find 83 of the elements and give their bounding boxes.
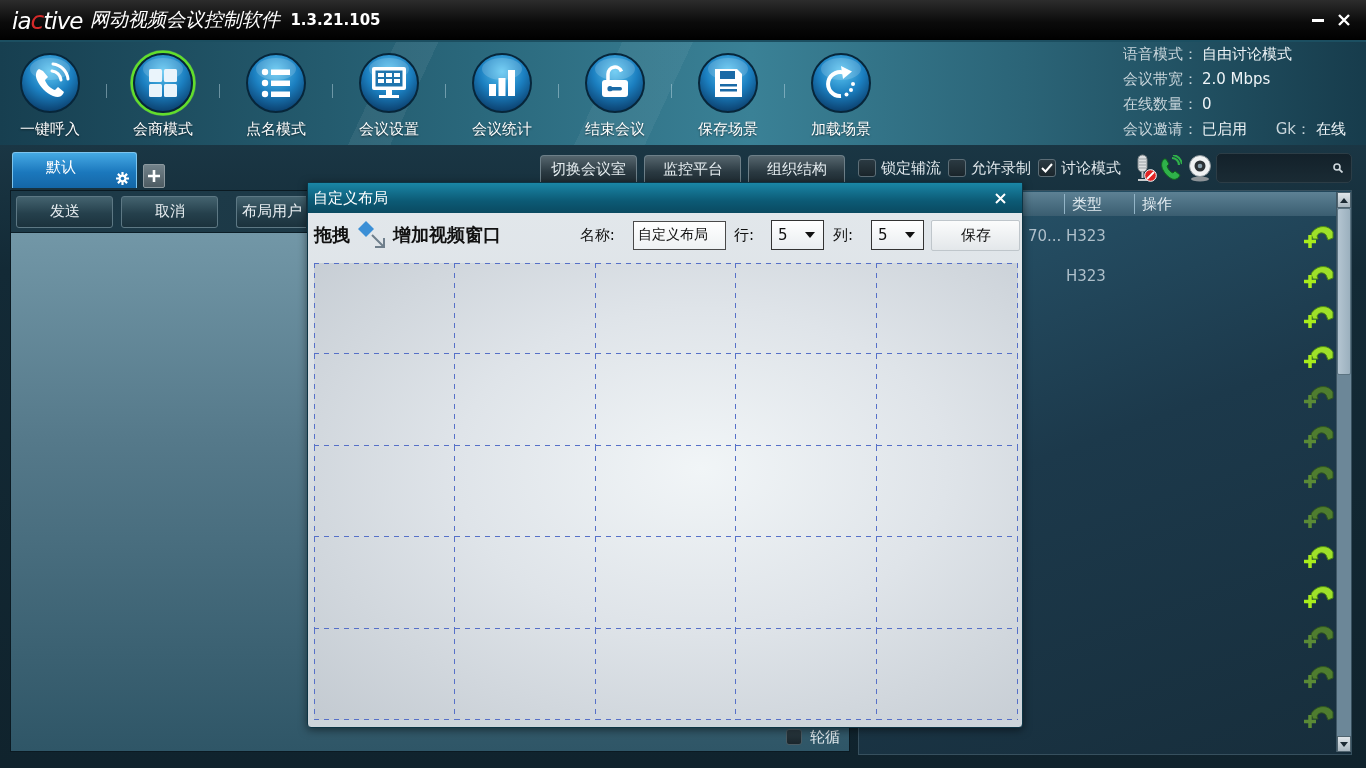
toolbar-button[interactable]: 监控平台 <box>644 155 741 183</box>
down-arrow-icon <box>1340 741 1348 747</box>
columns-select[interactable]: 5 <box>871 220 924 250</box>
status-value: 已启用 <box>1202 119 1247 140</box>
phone-plus-icon[interactable] <box>1304 343 1334 369</box>
gear-icon[interactable] <box>116 172 129 185</box>
webcam-icon[interactable] <box>1188 153 1212 182</box>
toolbar-button[interactable]: 加载场景 <box>791 50 891 138</box>
checkbox[interactable] <box>1038 158 1056 177</box>
checkbox-label: 允许录制 <box>971 158 1031 177</box>
toolbar-button[interactable]: 会议设置 <box>339 50 439 138</box>
checkbox[interactable] <box>858 158 876 177</box>
refresh-icon <box>808 50 874 116</box>
phone-plus-icon[interactable] <box>1304 223 1334 249</box>
phone-plus-icon[interactable] <box>1304 543 1334 569</box>
toolbar-button[interactable]: 保存场景 <box>678 50 778 138</box>
phone-icon <box>17 50 83 116</box>
table-cell-text: H323 <box>1065 267 1107 285</box>
status-value: 自由讨论模式 <box>1202 44 1292 65</box>
table-cell-text: H323 <box>1065 227 1107 245</box>
checkbox-label: 讨论模式 <box>1061 158 1121 177</box>
scroll-down-button[interactable] <box>1337 736 1351 752</box>
grid-icon <box>130 50 196 116</box>
search-icon[interactable] <box>1333 162 1343 173</box>
caret-icon <box>804 232 815 238</box>
scrollbar-track[interactable] <box>1336 192 1351 752</box>
monitor-icon <box>356 50 422 116</box>
drag-hint: 拖拽 <box>314 223 350 247</box>
bar-chart-icon <box>469 50 535 116</box>
toolbar-button[interactable]: 一键呼入 <box>0 50 100 138</box>
status-label: 会议邀请： <box>1123 119 1199 140</box>
scrollbar-thumb[interactable] <box>1337 208 1351 375</box>
close-icon[interactable] <box>1338 14 1350 26</box>
status-label: 在线数量： <box>1123 94 1199 115</box>
field-label: 列: <box>832 225 853 245</box>
diamond-arrow-icon[interactable] <box>358 221 386 249</box>
toolbar-button[interactable]: 发送 <box>16 195 113 228</box>
phone-plus-icon[interactable] <box>1304 263 1334 289</box>
app-title: 网动视频会议控制软件 <box>90 7 281 32</box>
toolbar-button[interactable]: 结束会议 <box>565 50 665 138</box>
app-version: 1.3.21.105 <box>290 11 381 29</box>
field-label: 名称: <box>579 225 615 245</box>
status-value: 0 <box>1202 94 1212 115</box>
phone-plus-icon[interactable] <box>1304 583 1334 609</box>
checkbox[interactable] <box>948 158 966 177</box>
plus-icon <box>148 170 160 182</box>
phone-icon[interactable] <box>1160 154 1182 181</box>
status-value: 2.0 Mbps <box>1202 69 1271 90</box>
name-field[interactable]: 自定义布局 <box>632 220 726 250</box>
dialog-title: 自定义布局 <box>313 188 388 208</box>
add-window-label: 增加视频窗口 <box>393 223 501 247</box>
toolbar-button[interactable]: 取消 <box>121 195 218 228</box>
floppy-disk-icon <box>695 50 761 116</box>
caret-icon <box>905 232 915 238</box>
checkbox-label: 轮循 <box>810 729 840 745</box>
tab[interactable]: 默认 <box>12 152 137 188</box>
list-icon <box>243 50 309 116</box>
status-label: 会议带宽： <box>1123 69 1199 90</box>
column-header: 类型 <box>1064 194 1134 214</box>
up-arrow-icon <box>1340 197 1348 203</box>
toolbar-button[interactable]: 切换会议室 <box>540 155 637 183</box>
toolbar-button[interactable]: 组织结构 <box>748 155 845 183</box>
search-field[interactable] <box>1216 152 1352 183</box>
toolbar-button[interactable]: 会议统计 <box>452 50 552 138</box>
table-cell-text: 70... <box>1027 227 1063 245</box>
add-tab-button[interactable] <box>143 164 165 188</box>
minimize-icon[interactable] <box>1312 18 1324 22</box>
checkbox-label: 锁定辅流 <box>881 158 941 177</box>
status-value: 在线 <box>1316 119 1346 140</box>
rows-select[interactable]: 5 <box>770 220 824 250</box>
phone-plus-icon[interactable] <box>1304 303 1334 329</box>
save-button[interactable]: 保存 <box>931 219 1020 251</box>
field-label: 行: <box>733 225 754 245</box>
close-icon[interactable] <box>995 192 1006 204</box>
checkbox[interactable] <box>786 729 802 745</box>
status-label: Gk： <box>1275 119 1311 140</box>
toolbar-button[interactable]: 会商模式 <box>113 50 213 138</box>
scroll-up-button[interactable] <box>1337 192 1351 208</box>
padlock-icon <box>582 50 648 116</box>
toolbar-button[interactable]: 点名模式 <box>226 50 326 138</box>
app-logo: iactive <box>12 5 83 35</box>
toolbar-button[interactable]: 布局用户 <box>236 195 306 228</box>
status-label: 语音模式： <box>1123 44 1199 65</box>
